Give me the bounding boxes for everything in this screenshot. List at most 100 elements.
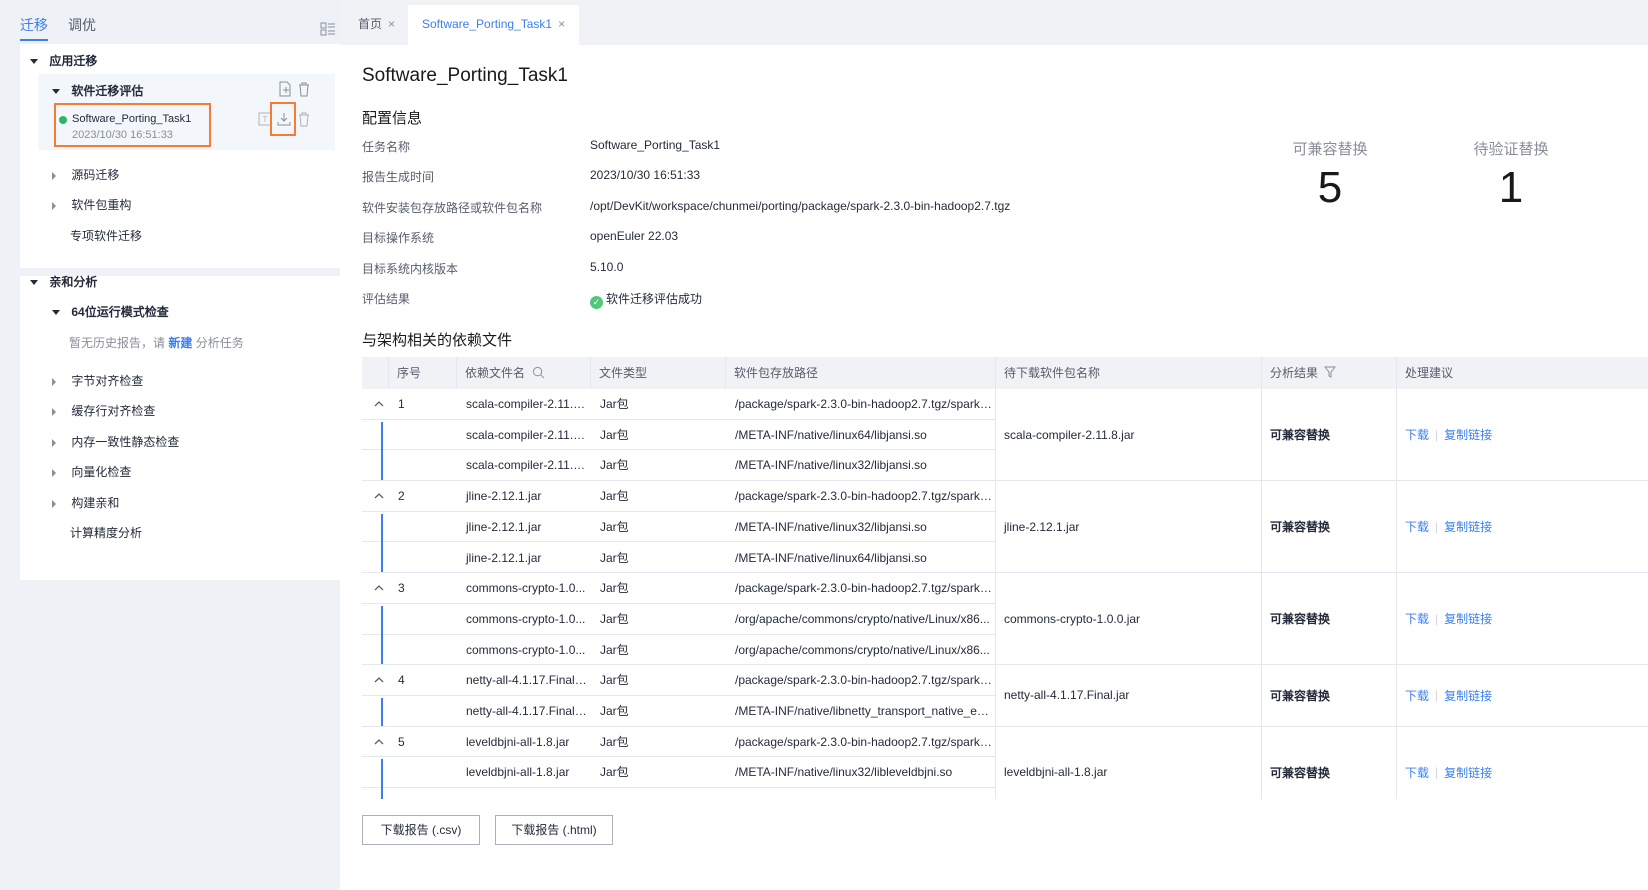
task-name: Software_Porting_Task1 — [72, 113, 192, 125]
download-csv-button[interactable]: 下载报告 (.csv) — [362, 815, 480, 845]
dep-path — [727, 788, 993, 799]
close-icon[interactable]: × — [388, 17, 395, 31]
download-icon[interactable] — [276, 111, 292, 127]
dep-path: /package/spark-2.3.0-bin-hadoop2.7.tgz/s… — [735, 734, 993, 749]
menu-source-porting[interactable]: 源码迁移 — [52, 166, 372, 183]
menu-cacheline-align[interactable]: 缓存行对齐检查 — [52, 402, 372, 419]
chevron-up-icon[interactable] — [374, 583, 384, 593]
tab-label: Software_Porting_Task1 — [422, 17, 553, 31]
menu-label: 计算精度分析 — [70, 526, 143, 540]
action-cell: 下载 | 复制链接 — [1396, 665, 1648, 727]
group-software-eval[interactable]: 软件迁移评估 — [52, 82, 372, 99]
tab-label: 首页 — [358, 17, 383, 31]
row-index: 1 — [398, 397, 405, 411]
group-indicator — [381, 421, 383, 481]
caret-down-icon — [52, 310, 60, 316]
dep-path: /META-INF/native/linux32/libjansi.so — [735, 458, 927, 473]
caret-right-icon — [52, 438, 56, 447]
new-task-link[interactable]: 新建 — [168, 336, 192, 350]
new-report-icon[interactable] — [277, 81, 293, 97]
group-indicator — [381, 513, 383, 573]
download-link[interactable]: 下载 — [1405, 610, 1429, 627]
dep-path: /META-INF/native/libnetty_transport_nati… — [735, 704, 993, 718]
filter-icon[interactable] — [1324, 366, 1336, 378]
copy-link[interactable]: 复制链接 — [1444, 518, 1492, 535]
menu-package-rebuild[interactable]: 软件包重构 — [52, 196, 372, 213]
group-app-porting[interactable]: 应用迁移 — [30, 52, 350, 69]
task-item-highlight[interactable]: Software_Porting_Task1 2023/10/30 16:51:… — [54, 103, 211, 147]
menu-memory-consistency[interactable]: 内存一致性静态检查 — [52, 433, 372, 450]
menu-build-affinity[interactable]: 构建亲和 — [52, 494, 372, 511]
config-label: 目标系统内核版本 — [362, 262, 459, 276]
copy-link[interactable]: 复制链接 — [1444, 610, 1492, 627]
chevron-up-icon[interactable] — [374, 399, 384, 409]
group-indicator — [381, 759, 383, 799]
dep-path: /META-INF/native/linux64/libjansi.so — [735, 427, 927, 442]
menu-label: 软件包重构 — [71, 198, 132, 212]
dep-path: /package/spark-2.3.0-bin-hadoop2.7.tgz/s… — [735, 397, 993, 411]
caret-down-icon — [30, 280, 38, 286]
group-title: 64位运行模式检查 — [71, 305, 169, 319]
copy-link[interactable]: 复制链接 — [1444, 764, 1492, 781]
menu-label: 专项软件迁移 — [70, 229, 143, 243]
config-title: 配置信息 — [362, 110, 423, 127]
col-action: 处理建议 — [1396, 357, 1648, 389]
status-dot — [59, 116, 67, 124]
config-value: 2023/10/30 16:51:33 — [590, 168, 701, 182]
tab-home[interactable]: 首页 × — [344, 5, 409, 45]
chevron-up-icon[interactable] — [374, 491, 384, 501]
download-html-button[interactable]: 下载报告 (.html) — [495, 815, 613, 845]
eval-result: ✓ 软件迁移评估成功 — [590, 290, 702, 309]
dep-filename: scala-compiler-2.11.8... — [466, 397, 588, 411]
download-link[interactable]: 下载 — [1405, 426, 1429, 443]
config-label: 任务名称 — [362, 140, 411, 154]
download-highlight[interactable] — [270, 102, 296, 136]
chevron-up-icon[interactable] — [374, 737, 384, 747]
delete-icon[interactable] — [296, 81, 312, 97]
dep-filetype: Jar包 — [600, 611, 629, 626]
dep-filetype: Jar包 — [600, 642, 629, 657]
download-link[interactable]: 下载 — [1405, 518, 1429, 535]
search-icon[interactable] — [532, 366, 545, 379]
config-label: 目标操作系统 — [362, 231, 435, 245]
dep-filetype: Jar包 — [600, 458, 629, 473]
download-link[interactable]: 下载 — [1405, 764, 1429, 781]
menu-byte-align[interactable]: 字节对齐检查 — [52, 372, 372, 389]
divider: | — [1435, 519, 1439, 534]
chevron-up-icon[interactable] — [374, 675, 384, 685]
analysis-result: 可兼容替换 — [1270, 428, 1331, 443]
result-cell: 可兼容替换 — [1261, 573, 1396, 666]
package-name-cell: netty-all-4.1.17.Final.jar — [995, 665, 1261, 727]
delete-task-icon[interactable] — [296, 111, 312, 127]
copy-link[interactable]: 复制链接 — [1444, 687, 1492, 704]
dep-path: /META-INF/native/linux32/libjansi.so — [735, 519, 927, 534]
package-name-cell: leveldbjni-all-1.8.jar — [995, 726, 1261, 799]
dep-filetype: Jar包 — [600, 519, 629, 534]
dep-path: /org/apache/commons/crypto/native/Linux/… — [735, 642, 990, 657]
list-layout-icon[interactable] — [320, 21, 336, 37]
tab-tuning[interactable]: 调优 — [68, 15, 96, 35]
copy-link[interactable]: 复制链接 — [1444, 426, 1492, 443]
dep-path: /META-INF/native/linux64/libjansi.so — [735, 550, 927, 565]
empty-suffix: 分析任务 — [195, 336, 244, 350]
group-title: 软件迁移评估 — [71, 84, 144, 98]
tab-porting[interactable]: 迁移 — [20, 15, 48, 35]
group-64bit-check[interactable]: 64位运行模式检查 — [52, 303, 372, 320]
action-cell: 下载 | 复制链接 — [1396, 389, 1648, 482]
dep-path: /package/spark-2.3.0-bin-hadoop2.7.tgz/s… — [735, 673, 993, 688]
tab-task[interactable]: Software_Porting_Task1 × — [408, 5, 580, 45]
package-name: scala-compiler-2.11.8.jar — [1004, 427, 1135, 442]
group-title: 亲和分析 — [49, 275, 98, 289]
stat-pending-label: 待验证替换 — [1473, 141, 1549, 158]
analysis-result: 可兼容替换 — [1270, 612, 1331, 627]
close-icon[interactable]: × — [558, 17, 565, 31]
package-name: leveldbjni-all-1.8.jar — [1004, 765, 1108, 780]
action-cell: 下载 | 复制链接 — [1396, 481, 1648, 574]
group-affinity[interactable]: 亲和分析 — [30, 273, 350, 290]
dep-path: /package/spark-2.3.0-bin-hadoop2.7.tgz/s… — [735, 489, 993, 504]
menu-vectorization[interactable]: 向量化检查 — [52, 463, 372, 480]
dep-filename: netty-all-4.1.17.Final.j... — [466, 704, 588, 718]
analysis-result: 可兼容替换 — [1270, 765, 1331, 780]
package-name: netty-all-4.1.17.Final.jar — [1004, 688, 1130, 703]
download-link[interactable]: 下载 — [1405, 687, 1429, 704]
